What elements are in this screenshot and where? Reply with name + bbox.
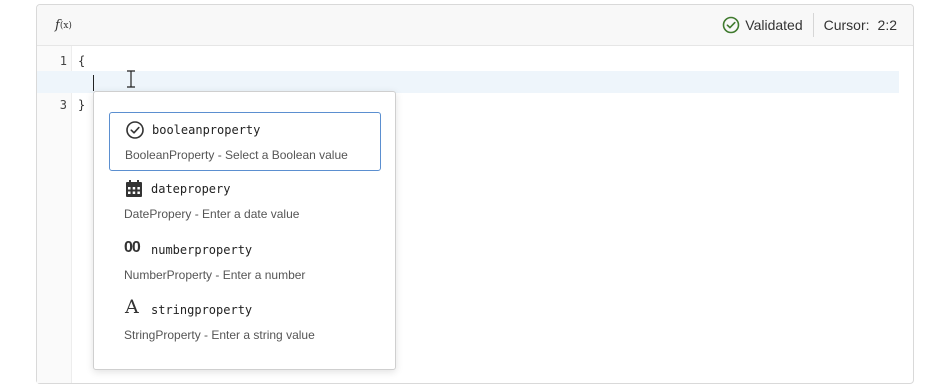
autocomplete-dropdown: booleanproperty BooleanProperty - Select… xyxy=(93,91,396,370)
editor-toolbar: f(x) Validated Cursor: 2:2 xyxy=(37,5,913,46)
line-number-gutter: 1 2 3 xyxy=(37,46,72,383)
active-line-highlight xyxy=(37,71,899,93)
function-icon: f(x) xyxy=(55,18,72,33)
line-number: 3 xyxy=(59,98,67,112)
text-icon: A xyxy=(125,296,139,318)
status-divider xyxy=(812,13,814,37)
cursor-position: 2:2 xyxy=(877,17,897,33)
suggestion-stringproperty[interactable]: A stringproperty StringProperty - Enter … xyxy=(109,293,381,352)
validation-status: Validated xyxy=(745,17,803,33)
suggestion-description: NumberProperty - Enter a number xyxy=(124,268,306,282)
suggestion-name: numberproperty xyxy=(151,243,253,257)
calendar-icon xyxy=(126,180,142,197)
code-line[interactable]: { xyxy=(78,50,85,72)
ibeam-cursor-icon xyxy=(127,70,135,88)
suggestion-description: DatePropery - Enter a date value xyxy=(124,207,300,221)
line-number: 1 xyxy=(59,54,67,68)
cursor-label: Cursor: xyxy=(823,17,870,33)
suggestion-name: stringproperty xyxy=(151,303,253,317)
status-area: Validated Cursor: 2:2 xyxy=(722,5,897,45)
suggestion-datepropery[interactable]: datepropery DatePropery - Enter a date v… xyxy=(109,172,381,231)
suggestion-name: datepropery xyxy=(151,182,231,196)
suggestion-booleanproperty[interactable]: booleanproperty BooleanProperty - Select… xyxy=(109,112,381,171)
text-caret xyxy=(93,75,94,91)
suggestion-description: BooleanProperty - Select a Boolean value xyxy=(125,148,348,162)
suggestion-numberproperty[interactable]: 00 numberproperty NumberProperty - Enter… xyxy=(109,233,381,292)
check-circle-icon xyxy=(126,121,144,139)
suggestion-name: booleanproperty xyxy=(152,123,261,137)
suggestion-description: StringProperty - Enter a string value xyxy=(124,328,315,342)
code-line[interactable]: } xyxy=(78,94,85,116)
validated-check-icon xyxy=(722,16,740,34)
number-icon: 00 xyxy=(124,239,141,256)
